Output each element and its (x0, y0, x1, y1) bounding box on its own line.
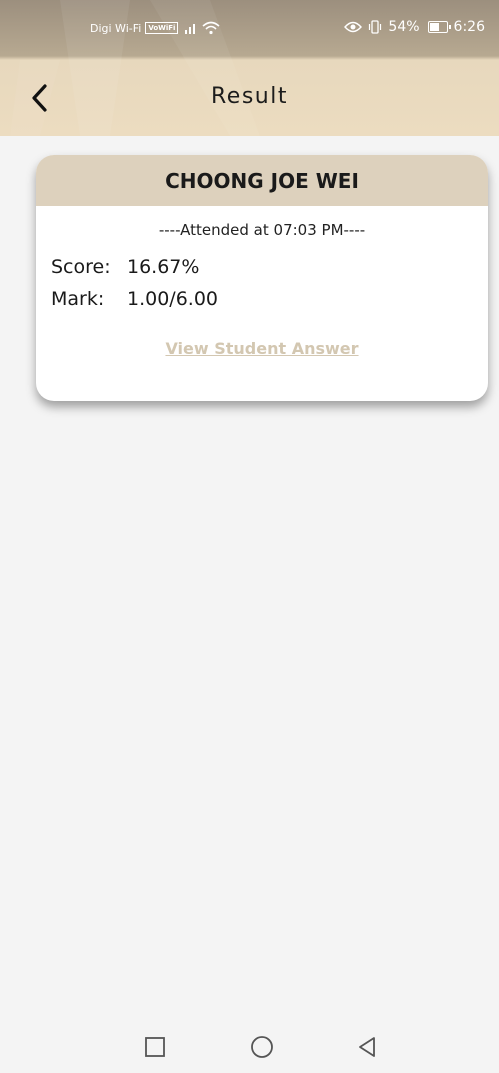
score-value: 16.67% (127, 256, 200, 278)
status-right: 54% 6:26 (344, 19, 485, 35)
page-title: Result (211, 84, 288, 109)
battery-icon (427, 21, 451, 33)
back-nav-button[interactable] (355, 1035, 379, 1059)
score-label: Score: (51, 256, 111, 278)
home-button[interactable] (250, 1035, 274, 1059)
app-header: Digi Wi-Fi VoWiFi 54% 6:26 Result (0, 0, 499, 136)
clock: 6:26 (453, 19, 485, 35)
status-bar: Digi Wi-Fi VoWiFi 54% 6:26 (0, 0, 499, 56)
student-name: CHOONG JOE WEI (36, 155, 488, 206)
signal-icon (185, 24, 196, 34)
view-student-answer-link[interactable]: View Student Answer (36, 339, 488, 358)
recent-apps-button[interactable] (143, 1035, 167, 1059)
vibrate-icon (369, 20, 382, 34)
wifi-icon (202, 21, 220, 35)
mark-value: 1.00/6.00 (127, 288, 219, 310)
triangle-back-icon (359, 1037, 375, 1057)
score-row: Score: 16.67% (51, 256, 199, 278)
battery-percent: 54% (388, 19, 420, 35)
square-recent-icon (145, 1037, 165, 1057)
result-card: CHOONG JOE WEI ----Attended at 07:03 PM-… (36, 155, 488, 401)
mark-label: Mark: (51, 288, 105, 310)
circle-home-icon (251, 1036, 273, 1058)
attended-time: ----Attended at 07:03 PM---- (158, 221, 366, 239)
carrier-label: Digi Wi-Fi (90, 21, 142, 35)
status-left: Digi Wi-Fi VoWiFi (90, 21, 220, 35)
vowifi-badge: VoWiFi (145, 22, 179, 34)
eye-icon (344, 21, 363, 33)
system-nav-bar (0, 1017, 499, 1073)
mark-row: Mark: 1.00/6.00 (51, 288, 218, 310)
